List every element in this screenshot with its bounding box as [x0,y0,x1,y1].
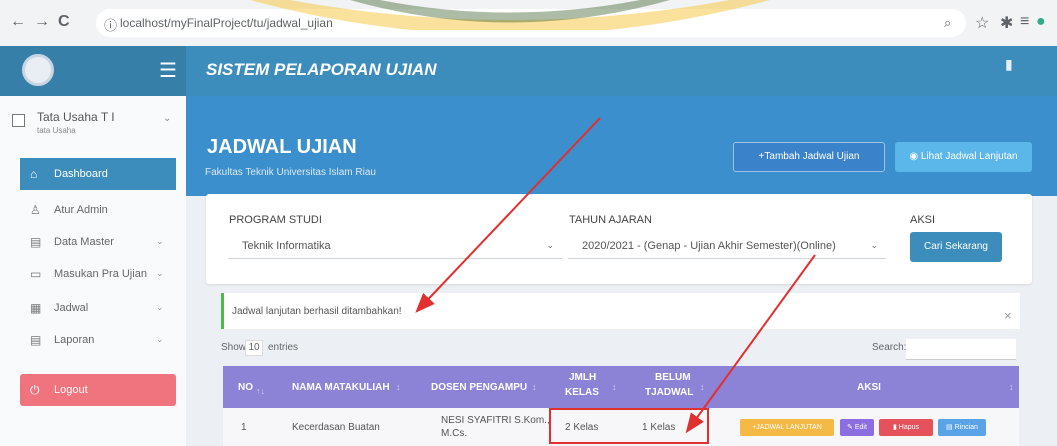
user-name: Tata Usaha T I [37,110,115,124]
zoom-icon[interactable]: ⌕ [944,15,951,31]
back-icon[interactable]: ← [10,13,26,31]
sort-icon[interactable]: ↕ [700,382,705,392]
reload-icon[interactable]: C [58,13,70,31]
sidebar-item-label: Jadwal [54,302,89,314]
sidebar-item-dashboard[interactable]: ⌂ Dashboard [20,158,176,190]
delete-button[interactable]: ▮ Hapus [879,419,933,436]
eye-icon: ◉ [909,151,919,162]
sidebar-item-label: Logout [54,384,88,396]
user-avatar [12,114,25,127]
col-no[interactable]: NO [238,382,253,393]
home-icon: ⌂ [30,167,38,181]
sidebar-item-laporan[interactable]: ▤ Laporan ⌄ [20,324,176,356]
watermark-logo [250,0,770,30]
star-icon[interactable]: ☆ [975,13,989,33]
aksi-label: AKSI [910,214,936,226]
chevron-down-icon: ⌄ [156,236,164,246]
entries-select[interactable]: 10 [245,340,263,356]
search-input[interactable] [906,339,1016,360]
forward-icon[interactable]: → [34,13,50,31]
close-icon[interactable]: × [1004,308,1012,323]
view-followup-label: Lihat Jadwal Lanjutan [920,151,1018,162]
university-logo [22,54,54,86]
sidebar-item-data-master[interactable]: ▤ Data Master ⌄ [20,226,176,258]
followup-schedule-button[interactable]: +JADWAL LANJUTAN [740,419,834,436]
search-now-button[interactable]: Cari Sekarang [910,232,1002,262]
entries-label: entries [268,342,299,353]
sort-icon[interactable]: ↑↓ [256,386,265,396]
prodi-value: Teknik Informatika [242,240,331,252]
table-icon: ▦ [30,301,42,315]
app-title: SISTEM PELAPORAN UJIAN [206,60,437,79]
info-icon: ▤ [946,424,953,431]
trash-icon: ▮ [892,424,897,431]
col-matakuliah[interactable]: NAMA MATAKULIAH [292,382,390,393]
cell-no: 1 [241,422,247,433]
cell-dosen-2: M.Cs. [441,428,468,439]
tahun-value: 2020/2021 - (Genap - Ujian Akhir Semeste… [582,240,836,252]
sidebar-item-label: Laporan [54,334,95,346]
sidebar-item-label: Dashboard [54,168,108,180]
sort-icon[interactable]: ↕ [1009,382,1014,392]
cell-matakuliah: Kecerdasan Buatan [292,422,380,433]
user-icon: ♙ [30,203,41,217]
sidebar-item-label: Atur Admin [54,204,108,216]
cell-dosen-1: NESI SYAFITRI S.Kom., [441,415,550,426]
col-jmlh-2[interactable]: KELAS [565,387,599,398]
add-schedule-button[interactable]: +Tambah Jadwal Ujian [733,142,885,172]
sidebar-item-label: Masukan Pra Ujian [54,268,147,280]
reading-list-icon[interactable]: ≡ [1020,13,1029,31]
menu-toggle-icon[interactable]: ☰ [159,58,177,83]
flag-icon[interactable]: ▮ [1005,56,1013,73]
view-followup-schedule-button[interactable]: ◉ Lihat Jadwal Lanjutan [895,142,1032,172]
chevron-down-icon: ⌄ [546,240,554,250]
sidebar-item-label: Data Master [54,236,114,248]
sidebar-item-atur-admin[interactable]: ♙ Atur Admin [20,194,176,226]
chevron-down-icon: ⌄ [156,334,164,344]
delete-label: Hapus [898,424,920,431]
sidebar-item-logout[interactable]: ⏻ Logout [20,374,176,406]
col-dosen[interactable]: DOSEN PENGAMPU [431,382,527,393]
prodi-label: PROGRAM STUDI [229,214,322,226]
sidebar-item-masukan-pra-ujian[interactable]: ▭ Masukan Pra Ujian ⌄ [20,258,176,290]
col-aksi[interactable]: AKSI [857,382,881,393]
tahun-select[interactable]: 2020/2021 - (Genap - Ujian Akhir Semeste… [568,232,886,259]
col-belum-1[interactable]: BELUM [655,372,691,383]
user-chevron-icon[interactable]: ⌄ [163,113,171,124]
alert-message: Jadwal lanjutan berhasil ditambahkan! [232,306,402,317]
search-label: Search: [872,342,907,353]
col-jmlh-1[interactable]: JMLH [569,372,596,383]
detail-label: Rincian [954,424,978,431]
profile-icon[interactable]: ● [1036,13,1046,31]
col-belum-2[interactable]: TJADWAL [645,387,693,398]
power-icon: ⏻ [30,383,40,397]
edit-label: Edit [854,424,867,431]
annotation-highlight-box [549,408,709,444]
list-icon: ▭ [30,267,42,281]
user-role: tata Usaha [37,126,76,135]
edit-button[interactable]: ✎ Edit [840,419,874,436]
file-icon: ▤ [30,333,42,347]
tahun-label: TAHUN AJARAN [569,214,652,226]
sort-icon[interactable]: ↕ [396,382,401,392]
show-label: Show [221,342,247,353]
chevron-down-icon: ⌄ [156,302,164,312]
info-icon[interactable]: ⓘ [104,15,117,34]
page-title: JADWAL UJIAN [207,136,357,158]
sidebar-item-jadwal[interactable]: ▦ Jadwal ⌄ [20,292,176,324]
folder-icon: ▤ [30,235,42,249]
prodi-select[interactable]: Teknik Informatika ⌄ [228,232,562,259]
sort-icon[interactable]: ↕ [612,382,617,392]
sort-icon[interactable]: ↕ [532,382,537,392]
chevron-down-icon: ⌄ [156,268,164,278]
detail-button[interactable]: ▤ Rincian [938,419,986,436]
pencil-icon: ✎ [847,424,853,431]
page-subtitle: Fakultas Teknik Universitas Islam Riau [205,167,376,178]
extensions-icon[interactable]: ✱ [1000,13,1013,33]
chevron-down-icon: ⌄ [870,240,878,250]
